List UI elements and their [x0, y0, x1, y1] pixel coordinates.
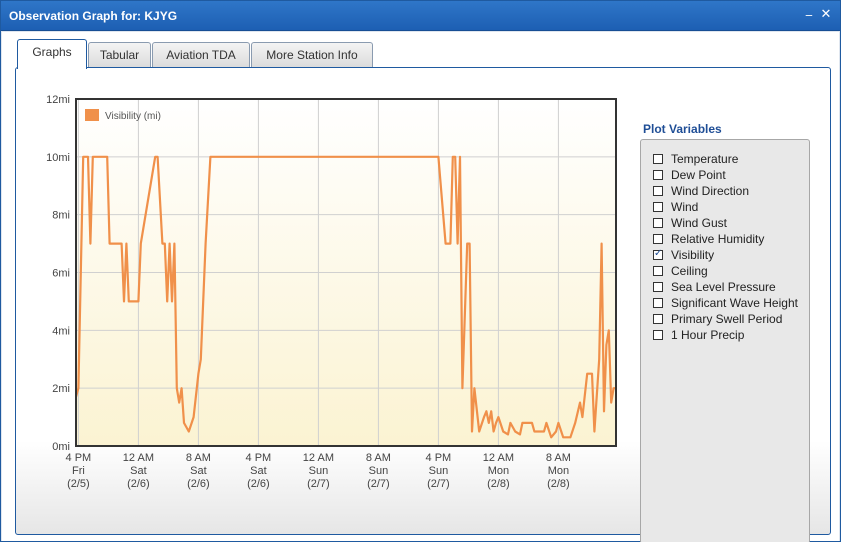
x-tick-label: (2/8) — [547, 478, 570, 490]
plot-variable-label: Wind Gust — [671, 216, 728, 230]
x-tick-label: (2/6) — [187, 478, 210, 490]
minimize-icon[interactable]: ‒ — [802, 7, 816, 23]
plot-variable-label: Ceiling — [671, 264, 708, 278]
legend-swatch — [85, 109, 99, 121]
y-tick-label: 4mi — [52, 325, 70, 337]
x-tick-label: Fri — [72, 465, 85, 477]
checkbox[interactable] — [653, 266, 663, 276]
plot-variables-list: Temperature Dew Point Wind Direction Wind Wi… — [640, 139, 810, 542]
plot-variable-label: Temperature — [671, 152, 739, 166]
checkbox[interactable] — [653, 218, 663, 228]
x-tick-label: 8 AM — [186, 452, 211, 464]
plot-variable-label: Dew Point — [671, 168, 726, 182]
x-tick-label: Sun — [429, 465, 449, 477]
checkbox[interactable] — [653, 314, 663, 324]
y-tick-label: 2mi — [52, 383, 70, 395]
x-tick-label: Sat — [250, 465, 267, 477]
plot-variable-label: Wind Direction — [671, 184, 750, 198]
y-tick-label: 10mi — [46, 152, 70, 164]
y-tick-label: 6mi — [52, 268, 70, 280]
observation-graph-window: Observation Graph for: KJYG ‒ ✕ Graphs T… — [0, 0, 841, 542]
visibility-chart: 0mi2mi4mi6mi8mi10mi12mi4 PMFri(2/5)12 AM… — [46, 94, 617, 490]
checkbox[interactable] — [653, 202, 663, 212]
x-tick-label: (2/6) — [247, 478, 270, 490]
graphs-panel: 0mi 2mi 4mi 6mi 8mi 10mi 12mi 4 PM Fri (2/5) 12 AM… — [15, 67, 831, 542]
x-tick-label: (2/6) — [127, 478, 150, 490]
x-tick-label: (2/7) — [427, 478, 450, 490]
legend-label: Visibility (mi) — [105, 111, 161, 122]
x-tick-label: 8 AM — [546, 452, 571, 464]
x-tick-label: 4 PM — [426, 452, 452, 464]
x-tick-label: 4 PM — [246, 452, 272, 464]
x-tick-label: Mon — [488, 465, 509, 477]
x-tick-label: (2/5) — [67, 478, 90, 490]
checkbox[interactable] — [653, 248, 663, 260]
x-tick-label: 4 PM — [66, 452, 92, 464]
x-tick-label: Sat — [190, 465, 207, 477]
window-content: Graphs Tabular Aviation TDA More Station… — [2, 32, 839, 542]
plot-variables-title: Plot Variables — [643, 122, 722, 136]
x-tick-label: (2/7) — [307, 478, 330, 490]
close-icon[interactable]: ✕ — [819, 7, 833, 23]
x-tick-label: 12 AM — [483, 452, 514, 464]
window-title: Observation Graph for: KJYG — [9, 9, 178, 23]
title-bar[interactable]: Observation Graph for: KJYG ‒ ✕ — [1, 1, 840, 31]
plot-variable-label: Visibility — [671, 248, 715, 262]
plot-variable-label: Primary Swell Period — [671, 312, 783, 326]
tab-aviation-tda[interactable]: Aviation TDA — [152, 42, 250, 69]
x-tick-label: (2/7) — [367, 478, 390, 490]
checkbox[interactable] — [653, 234, 663, 244]
tab-graphs[interactable]: Graphs — [17, 39, 87, 69]
plot-variable-label: Significant Wave Height — [671, 296, 798, 310]
x-tick-label: 12 AM — [123, 452, 154, 464]
x-tick-label: Sun — [309, 465, 329, 477]
tab-more-station-info[interactable]: More Station Info — [251, 42, 373, 69]
x-tick-label: (2/8) — [487, 478, 510, 490]
x-tick-label: Sat — [130, 465, 147, 477]
checkbox[interactable] — [653, 154, 663, 164]
plot-variable-label: 1 Hour Precip — [671, 328, 745, 342]
x-tick-label: 8 AM — [366, 452, 391, 464]
y-tick-label: 8mi — [52, 210, 70, 222]
tab-tabular[interactable]: Tabular — [88, 42, 151, 69]
x-tick-label: Mon — [548, 465, 569, 477]
checkbox[interactable] — [653, 186, 663, 196]
checkbox[interactable] — [653, 330, 663, 340]
checkbox[interactable] — [653, 298, 663, 308]
checkbox[interactable] — [653, 282, 663, 292]
y-tick-label: 12mi — [46, 94, 70, 106]
plot-variable-label: Sea Level Pressure — [671, 280, 776, 294]
plot-variable-label: Relative Humidity — [671, 232, 765, 246]
checkbox[interactable] — [653, 170, 663, 180]
x-tick-label: Sun — [369, 465, 389, 477]
x-tick-label: 12 AM — [303, 452, 334, 464]
plot-variable-label: Wind — [671, 200, 699, 214]
